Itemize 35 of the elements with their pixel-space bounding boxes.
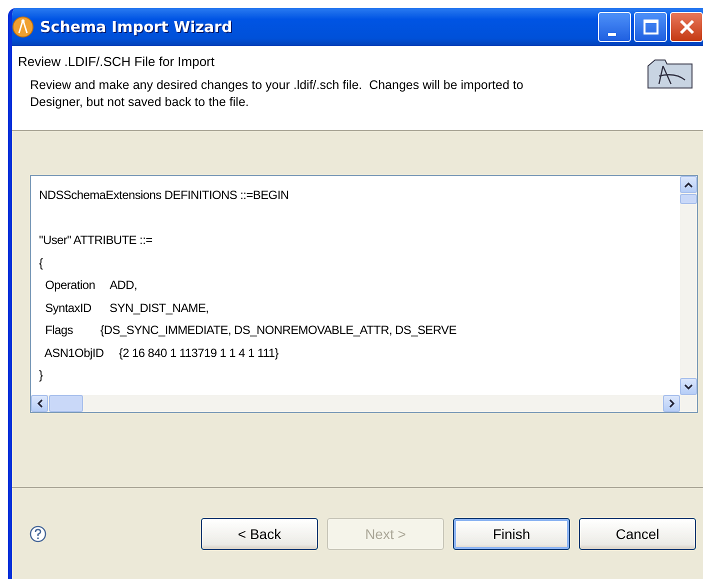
scroll-left-button[interactable] bbox=[31, 395, 48, 412]
maximize-button[interactable] bbox=[634, 12, 667, 42]
text-editor[interactable] bbox=[30, 175, 698, 413]
chevron-down-icon bbox=[684, 384, 693, 390]
page-title: Review .LDIF/.SCH File for Import bbox=[18, 54, 216, 69]
code-line: { bbox=[39, 254, 44, 272]
code-line: Flags {DS_SYNC_IMMEDIATE, DS_NONREMOVABLE_ATTR, DS_SERVE bbox=[44, 322, 458, 339]
window-title: Schema Import Wizard bbox=[40, 18, 232, 36]
code-line: SyntaxID SYN_DIST_NAME, bbox=[44, 300, 210, 316]
page-description: Review and make any desired changes to your .ldif/.sch file. Changes will be imported to Designer, but not saved back to the file. bbox=[29, 77, 524, 111]
wizard-button[interactable]: Cancel bbox=[579, 518, 696, 550]
close-button[interactable] bbox=[670, 12, 703, 42]
help-icon[interactable] bbox=[29, 524, 47, 542]
minimize-button[interactable] bbox=[598, 12, 631, 42]
maximize-icon bbox=[642, 19, 658, 35]
code-line: ASN1ObjID {2 16 840 1 113719 1 1 4 1 111} bbox=[43, 344, 280, 362]
code-line: NDSSchemaExtensions DEFINITIONS ::=BEGIN bbox=[39, 187, 290, 204]
code-line: } bbox=[39, 367, 44, 384]
code-line: "User" ATTRIBUTE ::= bbox=[39, 232, 154, 249]
horizontal-scrollbar[interactable] bbox=[31, 395, 697, 412]
compass-icon bbox=[12, 16, 34, 38]
scroll-right-button[interactable] bbox=[663, 395, 680, 412]
scroll-thumb[interactable] bbox=[49, 395, 83, 412]
vertical-scrollbar[interactable] bbox=[680, 176, 697, 395]
chevron-left-icon bbox=[36, 399, 42, 408]
scroll-thumb[interactable] bbox=[680, 194, 697, 204]
code-line: Operation ADD, bbox=[44, 277, 138, 294]
scroll-down-button[interactable] bbox=[680, 378, 697, 395]
close-icon bbox=[678, 19, 694, 35]
chevron-right-icon bbox=[668, 399, 674, 408]
chevron-up-icon bbox=[684, 182, 693, 188]
wizard-button[interactable]: < Back bbox=[201, 518, 318, 550]
scroll-up-button[interactable] bbox=[680, 176, 697, 193]
minimize-icon bbox=[608, 32, 616, 36]
wizard-button[interactable]: Finish bbox=[453, 518, 570, 550]
